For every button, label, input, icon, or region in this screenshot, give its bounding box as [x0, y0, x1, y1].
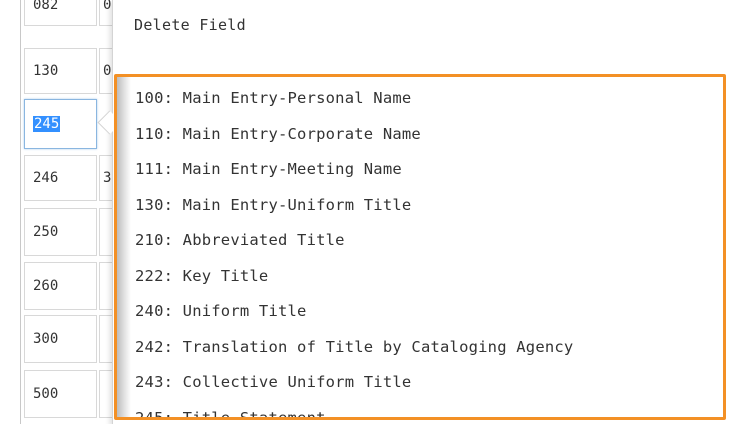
field-list: 100: Main Entry-Personal Name 110: Main …: [135, 81, 573, 418]
tag-value: 300: [33, 331, 59, 347]
tag-cell-selected[interactable]: 245: [24, 99, 97, 149]
tag-cell[interactable]: 500: [24, 370, 97, 418]
tag-value: 245: [33, 116, 61, 132]
field-option[interactable]: 222: Key Title: [135, 259, 573, 295]
tag-cell[interactable]: 130: [24, 48, 97, 94]
indicator-value: 0: [103, 0, 112, 13]
editor-stage: 082 0 130 0 245 246 3 250 260 300 500 De…: [0, 0, 735, 424]
tag-value: 246: [33, 170, 59, 186]
field-option[interactable]: 242: Translation of Title by Cataloging …: [135, 330, 573, 366]
indicator-value: 3: [103, 170, 112, 186]
indicator-value: 0: [103, 63, 112, 79]
field-option[interactable]: 110: Main Entry-Corporate Name: [135, 117, 573, 153]
tag-cell[interactable]: 246: [24, 155, 97, 201]
field-option[interactable]: 111: Main Entry-Meeting Name: [135, 152, 573, 188]
tag-value: 500: [33, 386, 59, 402]
submenu-shadow: [117, 77, 131, 417]
tag-cell[interactable]: 250: [24, 208, 97, 256]
add-field-submenu: 100: Main Entry-Personal Name 110: Main …: [114, 74, 726, 420]
tag-value: 082: [33, 0, 59, 13]
tag-value: 130: [33, 63, 59, 79]
delete-field-menu-item[interactable]: Delete Field: [134, 16, 246, 34]
field-option[interactable]: 210: Abbreviated Title: [135, 223, 573, 259]
field-option[interactable]: 240: Uniform Title: [135, 294, 573, 330]
tag-value: 250: [33, 224, 59, 240]
field-option[interactable]: 130: Main Entry-Uniform Title: [135, 188, 573, 224]
grid-border: [20, 0, 21, 424]
field-option[interactable]: 100: Main Entry-Personal Name: [135, 81, 573, 117]
tag-cell[interactable]: 300: [24, 315, 97, 363]
field-option[interactable]: 245: Title Statement: [135, 401, 573, 418]
field-option[interactable]: 243: Collective Uniform Title: [135, 365, 573, 401]
tag-cell[interactable]: 082: [24, 0, 97, 26]
tag-value: 260: [33, 278, 59, 294]
tag-cell[interactable]: 260: [24, 262, 97, 310]
